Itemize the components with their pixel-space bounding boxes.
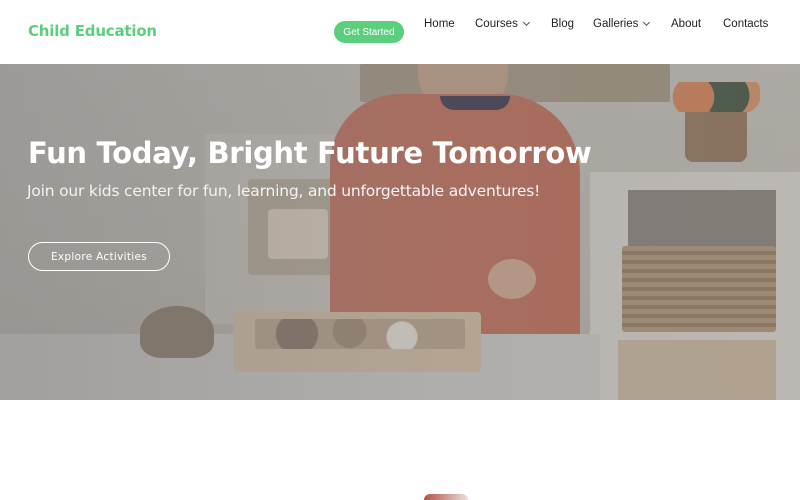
hero-title: Fun Today, Bright Future Tomorrow bbox=[28, 136, 592, 170]
hero-overlay bbox=[0, 64, 800, 400]
nav-item-galleries[interactable]: Galleries bbox=[593, 18, 651, 30]
hero-subtitle: Join our kids center for fun, learning, … bbox=[27, 182, 541, 200]
get-started-button[interactable]: Get Started bbox=[334, 21, 404, 43]
nav-item-about[interactable]: About bbox=[671, 18, 701, 30]
nav-item-contacts[interactable]: Contacts bbox=[723, 18, 768, 30]
partial-section-image bbox=[424, 494, 468, 500]
nav-label: Galleries bbox=[593, 18, 639, 30]
site-logo[interactable]: Child Education bbox=[28, 22, 157, 40]
nav-item-blog[interactable]: Blog bbox=[551, 18, 574, 30]
hero-section: Fun Today, Bright Future Tomorrow Join o… bbox=[0, 64, 800, 400]
explore-activities-button[interactable]: Explore Activities bbox=[28, 242, 170, 271]
chevron-down-icon bbox=[643, 18, 651, 27]
chevron-down-icon bbox=[522, 18, 530, 27]
nav-label: About bbox=[671, 18, 702, 30]
nav-label: Contacts bbox=[723, 18, 769, 30]
nav-label: Courses bbox=[475, 18, 518, 30]
site-header: Child Education Get Started Home Courses… bbox=[0, 0, 800, 64]
nav-item-courses[interactable]: Courses bbox=[475, 18, 530, 30]
nav-label: Home bbox=[424, 18, 455, 30]
nav-item-home[interactable]: Home bbox=[424, 18, 455, 30]
nav-label: Blog bbox=[551, 18, 575, 30]
